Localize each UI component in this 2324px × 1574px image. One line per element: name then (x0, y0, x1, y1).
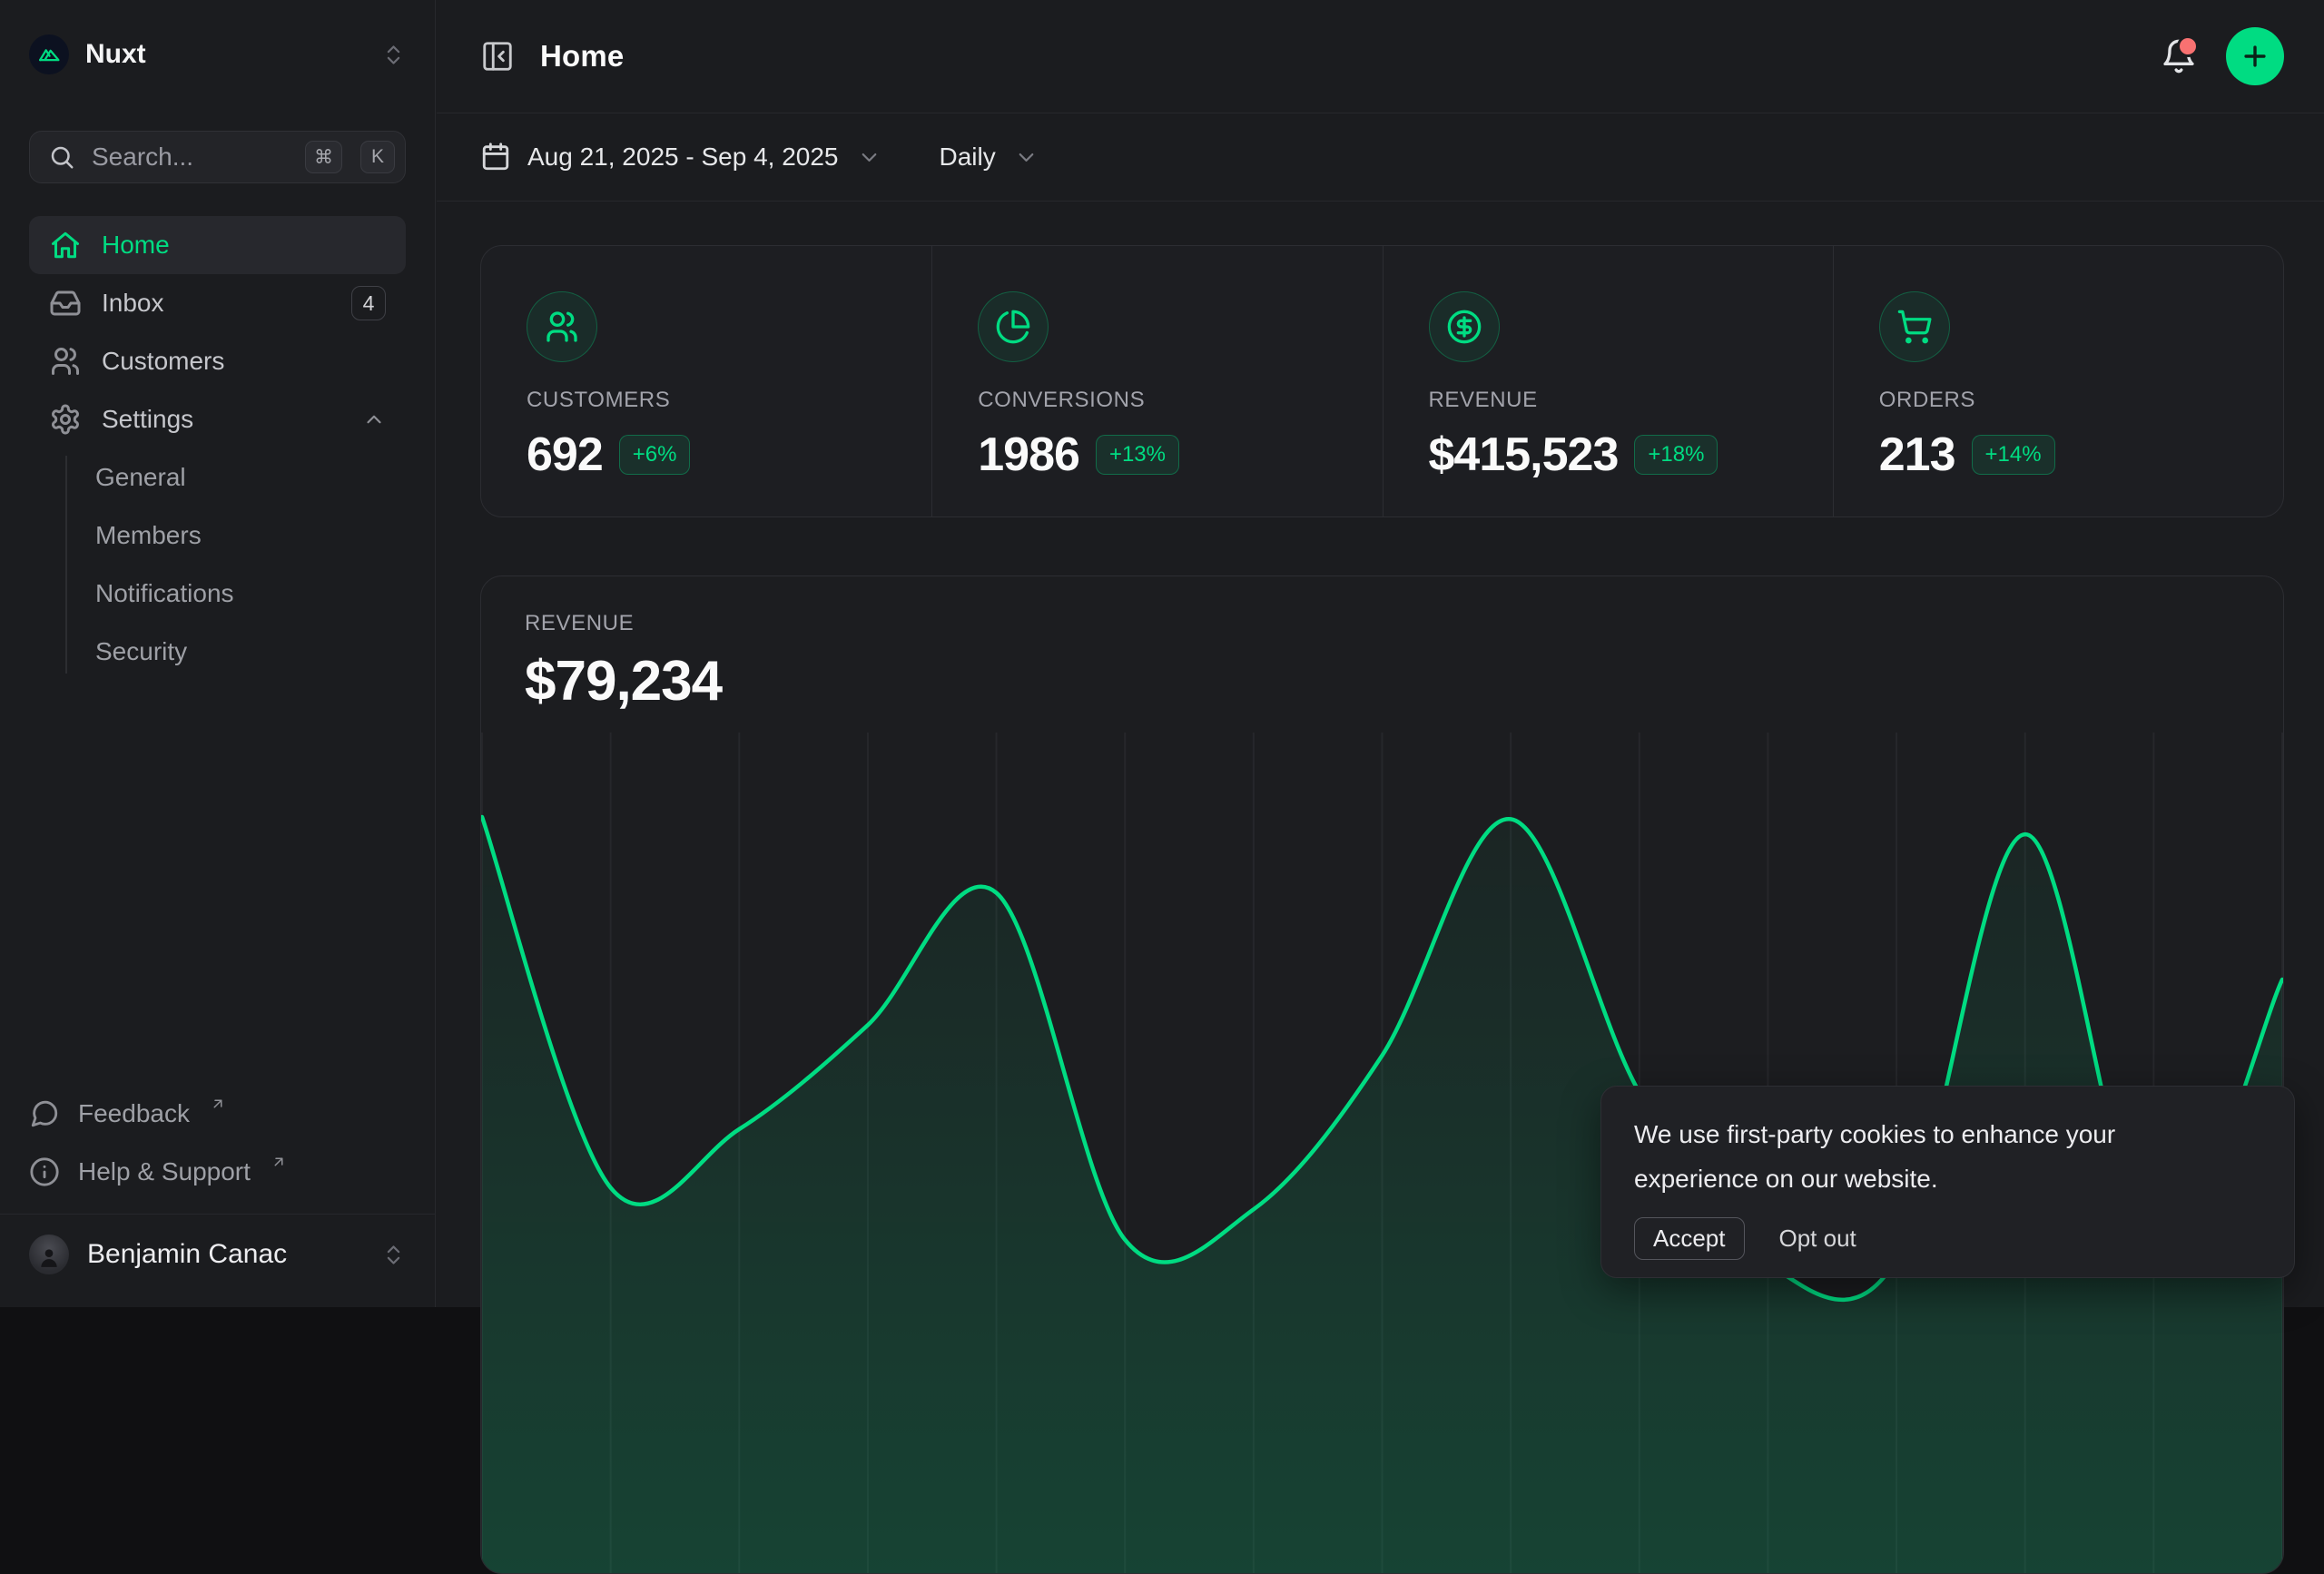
date-range-picker[interactable]: Aug 21, 2025 - Sep 4, 2025 (480, 142, 881, 172)
stat-value: 1986 (978, 428, 1079, 482)
chevron-down-icon (857, 145, 881, 170)
stat-revenue[interactable]: REVENUE $415,523 +18% (1383, 246, 1833, 516)
cookie-message: We use first-party cookies to enhance yo… (1634, 1112, 2188, 1201)
search-input[interactable] (90, 142, 287, 172)
cart-icon (1879, 291, 1950, 362)
search-icon (48, 143, 75, 171)
stat-label: ORDERS (1879, 388, 2283, 413)
sidebar-footer: Feedback Help & Support Benjamin Canac (29, 1085, 406, 1294)
date-range-value: Aug 21, 2025 - Sep 4, 2025 (527, 143, 839, 172)
stat-conversions[interactable]: CONVERSIONS 1986 +13% (931, 246, 1382, 516)
stat-delta-badge: +13% (1096, 435, 1179, 475)
stat-label: REVENUE (1429, 388, 1833, 413)
cookie-banner: We use first-party cookies to enhance yo… (1600, 1086, 2295, 1278)
plus-icon (2240, 41, 2270, 72)
chat-bubble-icon (29, 1098, 60, 1129)
opt-out-button[interactable]: Opt out (1779, 1225, 1856, 1253)
chevrons-up-down-icon (381, 1243, 406, 1267)
user-menu[interactable]: Benjamin Canac (29, 1215, 406, 1294)
feedback-label: Feedback (78, 1099, 190, 1128)
feedback-link[interactable]: Feedback (29, 1085, 406, 1143)
chevron-up-icon (362, 408, 386, 431)
gear-icon (49, 403, 82, 436)
revenue-chart-card: REVENUE $79,234 (480, 575, 2284, 1574)
user-name: Benjamin Canac (87, 1239, 363, 1270)
stat-label: CONVERSIONS (978, 388, 1382, 413)
avatar (29, 1235, 69, 1274)
sidebar-item-members[interactable]: Members (95, 507, 406, 565)
stat-orders[interactable]: ORDERS 213 +14% (1833, 246, 2283, 516)
help-support-label: Help & Support (78, 1157, 251, 1186)
inbox-count-badge: 4 (351, 286, 386, 320)
add-button[interactable] (2226, 27, 2284, 85)
granularity-select[interactable]: Daily (940, 143, 1039, 172)
team-name: Nuxt (85, 39, 365, 70)
content: CUSTOMERS 692 +6% CONVERSIONS 1986 +13% … (437, 202, 2324, 1574)
sidebar-item-notifications[interactable]: Notifications (95, 565, 406, 623)
sidebar-item-home[interactable]: Home (29, 216, 406, 274)
revenue-chart-header: REVENUE $79,234 (481, 576, 2283, 713)
sidebar: Nuxt ⌘ K Home Inbox 4 Customers Settings… (0, 0, 436, 1307)
stat-delta-badge: +14% (1972, 435, 2055, 475)
calendar-icon (480, 142, 511, 172)
sidebar-item-label: Customers (102, 347, 224, 376)
sidebar-item-label: Home (102, 231, 170, 260)
page-title: Home (540, 39, 625, 74)
search-box[interactable]: ⌘ K (29, 131, 406, 183)
stat-value: $415,523 (1429, 428, 1619, 482)
stat-delta-badge: +6% (619, 435, 691, 475)
kbd-k: K (360, 141, 395, 173)
pie-chart-icon (978, 291, 1049, 362)
users-icon (527, 291, 597, 362)
users-icon (49, 345, 82, 378)
sidebar-item-inbox[interactable]: Inbox 4 (29, 274, 406, 332)
home-icon (49, 229, 82, 261)
external-link-icon (271, 1154, 287, 1170)
chevron-down-icon (1014, 145, 1039, 170)
help-support-link[interactable]: Help & Support (29, 1143, 406, 1201)
settings-subnav: General Members Notifications Security (29, 448, 406, 681)
nuxt-logo-icon (29, 34, 69, 74)
team-switcher[interactable]: Nuxt (29, 33, 406, 76)
stat-value: 213 (1879, 428, 1955, 482)
header-actions (2161, 27, 2284, 85)
collapse-sidebar-button[interactable] (480, 39, 515, 74)
notifications-button[interactable] (2161, 38, 2197, 74)
external-link-icon (210, 1096, 226, 1112)
inbox-icon (49, 287, 82, 320)
page-header: Home (437, 0, 2324, 113)
sidebar-item-general[interactable]: General (95, 448, 406, 507)
sidebar-item-label: Inbox (102, 289, 164, 318)
info-icon (29, 1156, 60, 1187)
cookie-actions: Accept Opt out (1634, 1217, 2261, 1260)
panel-left-close-icon (480, 39, 515, 74)
sidebar-item-label: Settings (102, 405, 193, 434)
stat-value: 692 (527, 428, 603, 482)
stats-card: CUSTOMERS 692 +6% CONVERSIONS 1986 +13% … (480, 245, 2284, 517)
dollar-circle-icon (1429, 291, 1500, 362)
sidebar-nav: Home Inbox 4 Customers Settings General … (29, 216, 406, 681)
stat-customers[interactable]: CUSTOMERS 692 +6% (481, 246, 931, 516)
revenue-chart-label: REVENUE (525, 611, 2240, 636)
sidebar-item-security[interactable]: Security (95, 623, 406, 681)
kbd-cmd: ⌘ (305, 141, 342, 173)
stat-label: CUSTOMERS (527, 388, 931, 413)
granularity-value: Daily (940, 143, 996, 172)
sidebar-item-settings[interactable]: Settings (29, 390, 406, 448)
revenue-chart-total: $79,234 (525, 649, 2240, 713)
chevrons-up-down-icon (381, 43, 406, 67)
stat-delta-badge: +18% (1634, 435, 1718, 475)
sidebar-item-customers[interactable]: Customers (29, 332, 406, 390)
accept-button[interactable]: Accept (1634, 1217, 1745, 1260)
filters-toolbar: Aug 21, 2025 - Sep 4, 2025 Daily (437, 113, 2324, 202)
notification-dot (2177, 35, 2199, 57)
